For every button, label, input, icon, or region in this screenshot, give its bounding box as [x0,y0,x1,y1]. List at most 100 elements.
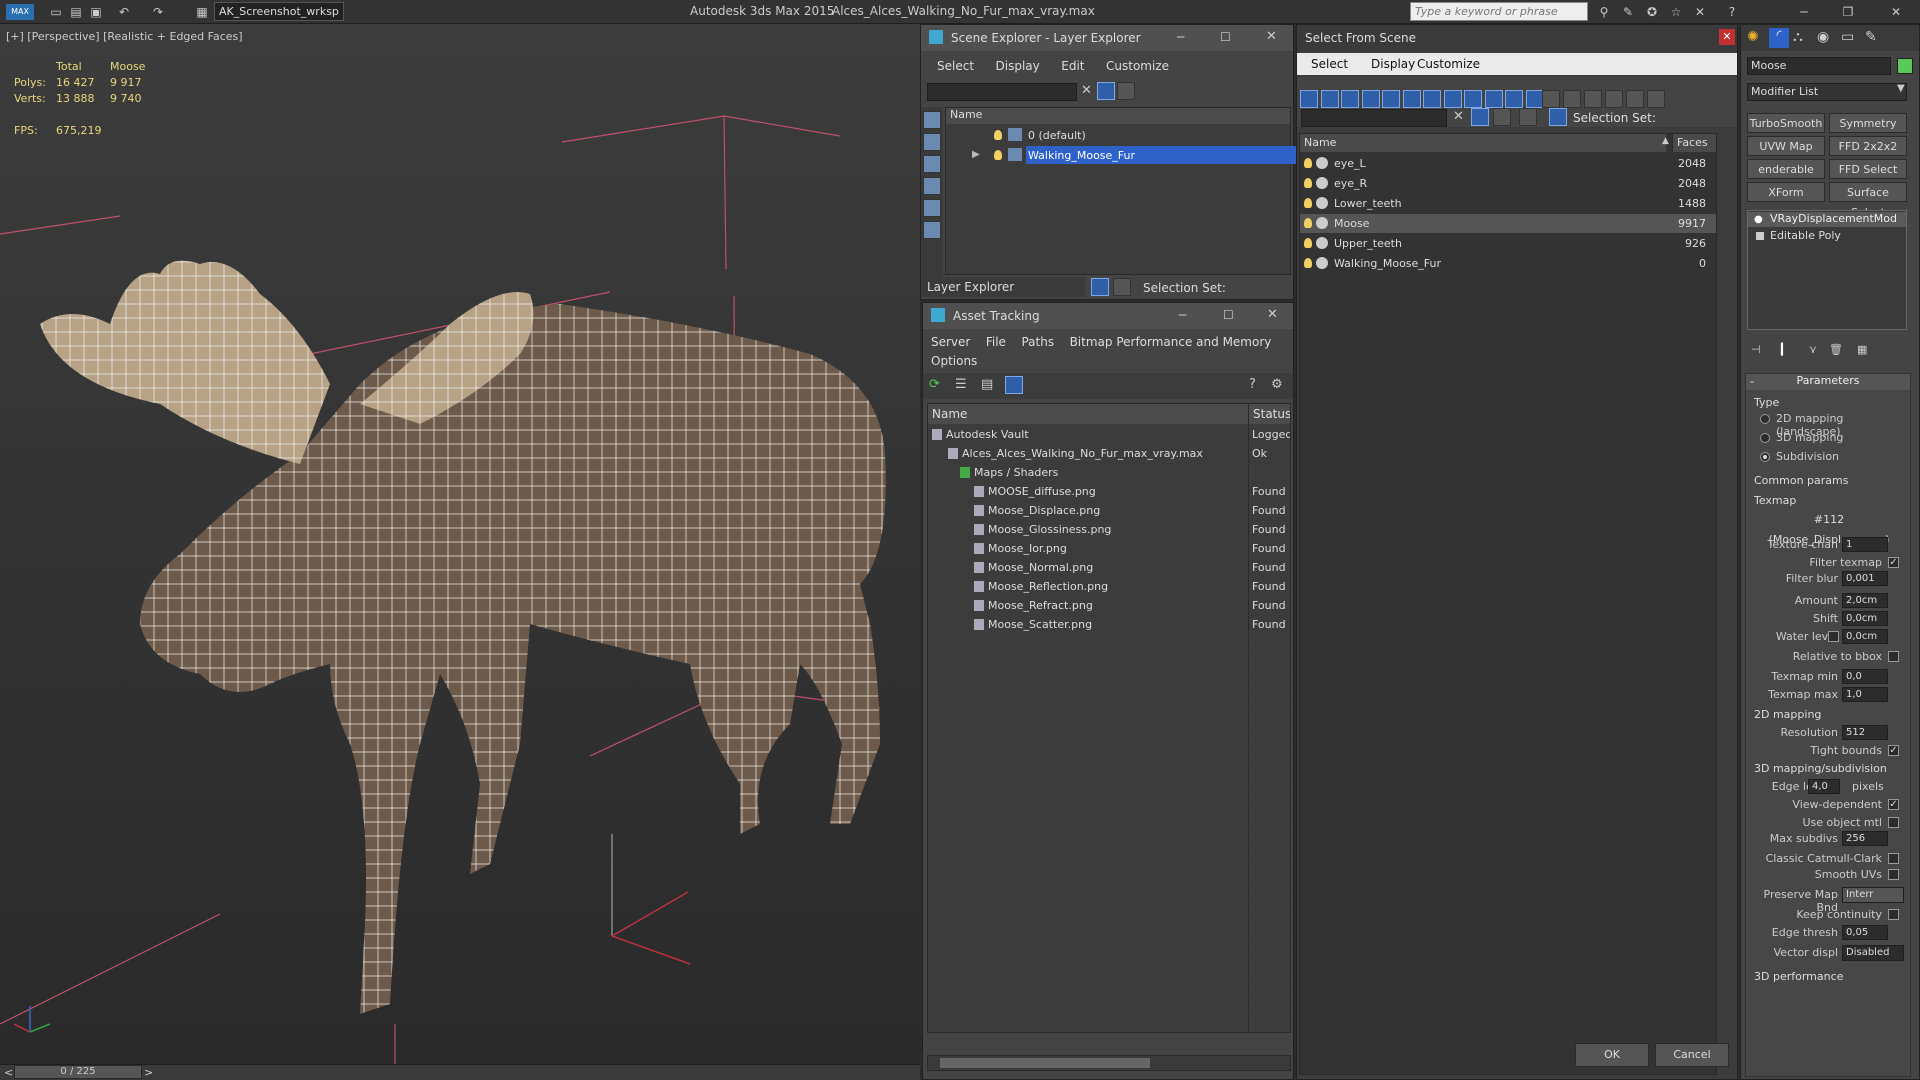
at-settings-icon[interactable]: ⚙ [1271,377,1283,392]
sfs-type-filter-icon[interactable] [1402,90,1421,108]
chevron-down-icon[interactable]: ▼ [1897,83,1905,94]
light-bulb-icon[interactable] [1304,198,1312,208]
radio-subdivision[interactable] [1760,452,1770,462]
mod-ffd-select-button[interactable]: FFD Select [1829,159,1907,179]
resolution-field[interactable]: 512 [1842,725,1888,740]
at-menu-file[interactable]: File [986,335,1006,349]
open-file-icon[interactable]: ▤ [68,4,84,20]
ok-button[interactable]: OK [1575,1043,1649,1067]
sfs-type-filter-icon[interactable] [1505,90,1523,108]
se-filter-icon[interactable] [1097,82,1115,100]
smooth-uvs-checkbox[interactable] [1888,869,1899,880]
se-row-default-layer[interactable]: 0 (default) [946,126,1290,145]
moose-model[interactable] [0,24,920,1064]
sfs-object-row[interactable]: Upper_teeth 926 [1300,234,1716,253]
sfs-menu-customize[interactable]: Customize [1417,57,1480,71]
mod-surface-select-button[interactable]: Surface Select [1829,182,1907,219]
stack-item-editable-poly[interactable]: Editable Poly [1748,229,1906,244]
create-tab-icon[interactable]: ✺ [1747,29,1765,47]
sfs-type-filter-icon[interactable] [1525,90,1544,108]
edge-length-field[interactable]: 4,0 [1808,779,1840,794]
utilities-tab-icon[interactable]: ✎ [1865,29,1877,45]
restore-icon[interactable]: ❐ [1840,4,1856,20]
texmap-min-field[interactable]: 0,0 [1842,669,1888,684]
display-tab-icon[interactable]: ▭ [1841,29,1854,45]
stack-item-vraydisplacement[interactable]: VRayDisplacementMod [1748,212,1906,227]
view-dependent-checkbox[interactable]: ✓ [1888,799,1899,810]
at-menu-bitmap[interactable]: Bitmap Performance and Memory [1070,335,1272,349]
light-bulb-icon[interactable] [994,150,1002,160]
se-display-cameras-icon[interactable] [923,177,941,195]
sfs-col-faces[interactable]: Faces [1672,134,1716,152]
se-menu-select[interactable]: Select [937,59,974,73]
scene-explorer-maximize-icon[interactable]: ☐ [1220,30,1231,44]
mod-renderable-spline-button[interactable]: enderable Spli [1747,159,1825,196]
sfs-object-row[interactable]: Lower_teeth 1488 [1300,194,1716,213]
sfs-type-filter-icon[interactable] [1443,90,1462,108]
se-display-helpers-icon[interactable] [923,199,941,217]
sfs-search-field[interactable] [1301,109,1447,127]
relative-to-bbox-checkbox[interactable] [1888,651,1899,662]
se-layer-mode-icon[interactable] [1091,278,1109,296]
at-table-row[interactable]: Autodesk Vault Logged [928,426,1290,445]
subscription-icon[interactable]: ✪ [1644,4,1660,20]
se-layer-filter-icon[interactable] [1117,82,1135,100]
mod-symmetry-button[interactable]: Symmetry [1829,113,1907,133]
redo-icon[interactable]: ↷ [150,4,166,20]
texture-channel-field[interactable]: 1 [1842,537,1888,552]
sfs-list-tool-icon[interactable] [1605,90,1623,108]
table-view-icon[interactable] [1005,376,1023,394]
time-slider[interactable]: < 0 / 225 > [0,1064,920,1080]
time-slider-thumb[interactable]: 0 / 225 [14,1065,142,1079]
show-end-result-icon[interactable]: ▎ [1781,343,1789,356]
se-menu-display[interactable]: Display [996,59,1040,73]
sfs-list-tool-icon[interactable] [1626,90,1644,108]
filter-blur-field[interactable]: 0,001 [1842,571,1888,586]
sfs-type-filter-icon[interactable] [1341,90,1359,108]
use-object-mtl-checkbox[interactable] [1888,817,1899,828]
asset-tracking-close-icon[interactable]: ✕ [1267,307,1278,322]
sfs-type-filter-icon[interactable] [1361,90,1380,108]
radio-2d-mapping[interactable] [1760,414,1770,424]
tight-bounds-checkbox[interactable]: ✓ [1888,745,1899,756]
sfs-type-filter-icon[interactable] [1320,90,1339,108]
mod-ffd-button[interactable]: FFD 2x2x2 [1829,136,1907,156]
max-subdivs-field[interactable]: 256 [1842,831,1888,846]
se-clear-search-icon[interactable]: ✕ [1081,83,1092,98]
at-table-row[interactable]: Maps / Shaders [928,464,1290,483]
at-table-row[interactable]: Moose_Displace.png Found [928,502,1290,521]
asset-tracking-titlebar[interactable]: Asset Tracking [923,303,1293,329]
se-mode-dropdown[interactable]: Layer Explorer [923,277,1085,297]
sfs-filter-icon[interactable] [1471,108,1489,126]
undo-icon[interactable]: ↶ [116,4,132,20]
sfs-layer-icon[interactable] [1493,108,1511,126]
se-menu-edit[interactable]: Edit [1061,59,1084,73]
filter-texmap-checkbox[interactable]: ✓ [1888,557,1899,568]
rollout-header-parameters[interactable]: Parameters [1746,374,1910,390]
object-color-swatch[interactable] [1897,58,1913,74]
at-table-row[interactable]: Moose_Glossiness.png Found [928,521,1290,540]
se-search-field[interactable] [927,83,1077,101]
sfs-close-icon[interactable]: ✕ [1719,29,1735,45]
sfs-clear-search-icon[interactable]: ✕ [1453,109,1464,124]
water-level-checkbox[interactable] [1828,631,1839,642]
list-view-icon[interactable]: ☰ [955,377,971,393]
sfs-object-row[interactable]: eye_R 2048 [1300,174,1716,193]
classic-catmull-clark-checkbox[interactable] [1888,853,1899,864]
texmap-button[interactable]: #112 (Moose_Displace.png) [1752,510,1906,546]
thumbnail-view-icon[interactable]: ▤ [981,377,997,393]
minimize-icon[interactable]: ─ [1796,4,1812,20]
se-display-objects-icon[interactable] [923,111,941,129]
at-help-icon[interactable]: ? [1249,377,1256,392]
at-table-row[interactable]: Moose_Reflection.png Found [928,578,1290,597]
sfs-list-tool-icon[interactable] [1647,90,1665,108]
make-unique-icon[interactable]: ⋎ [1809,343,1817,356]
favorites-star-icon[interactable]: ☆ [1668,4,1684,20]
at-table-row[interactable]: Moose_Ior.png Found [928,540,1290,559]
keep-continuity-checkbox[interactable] [1888,909,1899,920]
cancel-button[interactable]: Cancel [1655,1043,1729,1067]
at-col-name[interactable]: Name [928,404,1248,424]
se-hierarchy-mode-icon[interactable] [1113,278,1131,296]
sfs-col-name[interactable]: Name [1300,134,1666,152]
sfs-selection-set-icon[interactable] [1549,108,1567,126]
